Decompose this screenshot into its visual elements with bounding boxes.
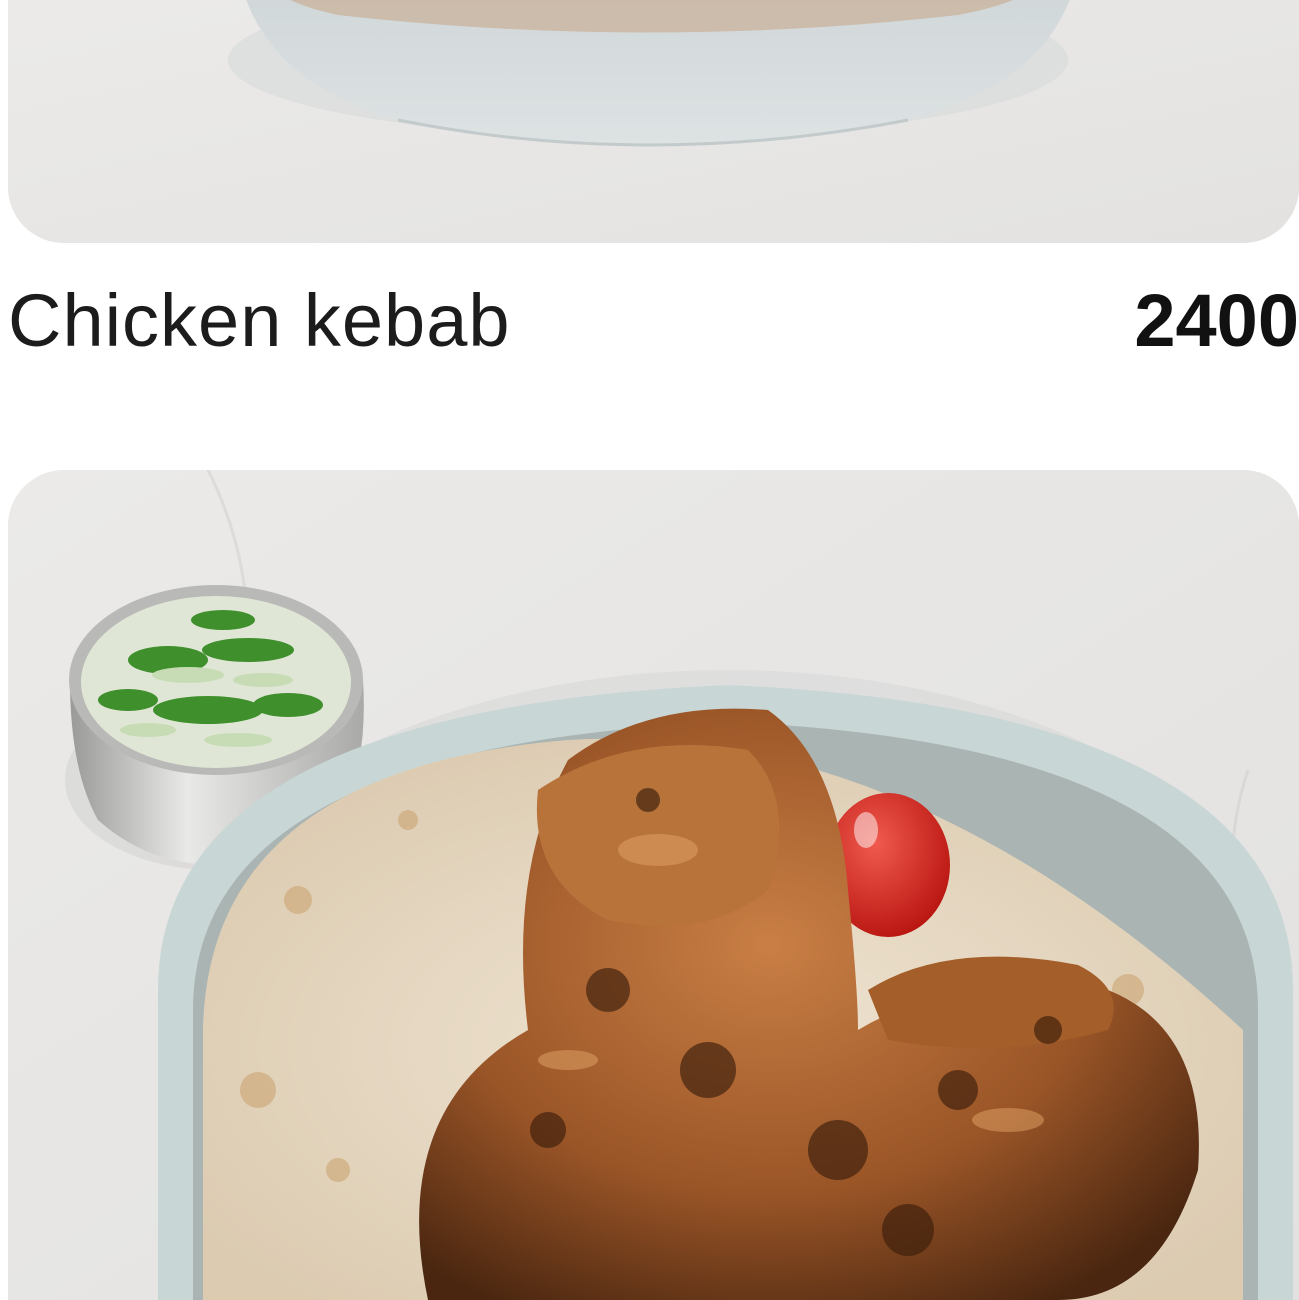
chicken-kebab-photo[interactable] xyxy=(8,470,1299,1300)
plate-image xyxy=(8,0,1299,243)
previous-item-photo[interactable] xyxy=(8,0,1299,243)
item-price: 2400 xyxy=(1134,279,1299,362)
chicken-plate-image xyxy=(8,470,1299,1300)
menu-item-row[interactable]: Chicken kebab 2400 xyxy=(8,270,1299,370)
item-name: Chicken kebab xyxy=(8,279,511,362)
